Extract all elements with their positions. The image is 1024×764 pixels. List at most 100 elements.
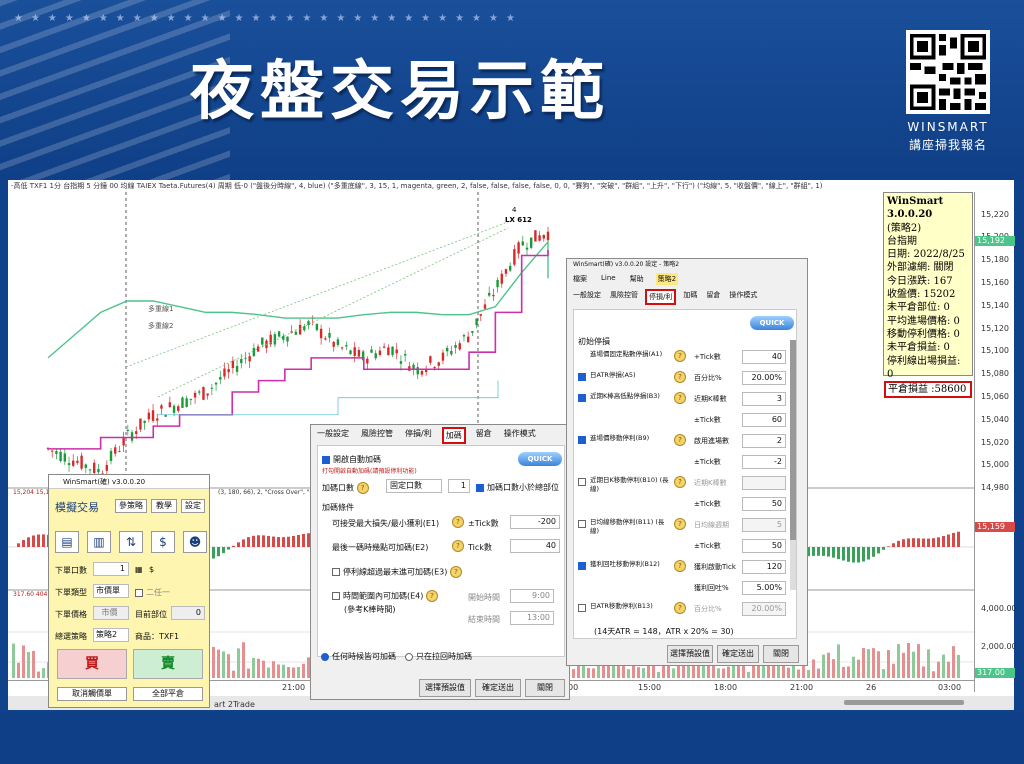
user-icon[interactable]: ☻ — [183, 531, 207, 553]
checkbox-icon[interactable] — [332, 592, 340, 600]
help-icon[interactable]: ? — [674, 434, 686, 446]
params-button[interactable]: 參策略 — [115, 499, 147, 513]
buy-button[interactable]: 買 — [57, 649, 127, 679]
stop-row-input[interactable]: 5 — [742, 518, 786, 532]
stop-row-input[interactable]: 50 — [742, 539, 786, 553]
teach-button[interactable]: 教學 — [151, 499, 177, 513]
stop-row-input[interactable]: 2 — [742, 434, 786, 448]
dollar-icon[interactable]: $ — [149, 565, 154, 574]
menu-help[interactable]: 幫助 — [628, 273, 646, 285]
close-button[interactable]: 關閉 — [525, 679, 565, 697]
arrows-icon[interactable]: ⇅ — [119, 531, 143, 553]
quick-start-button[interactable]: QUICK START — [750, 316, 794, 341]
enable-auto-add[interactable]: 開啟自動加碼 — [322, 454, 381, 465]
dialog-scrollbar[interactable] — [790, 340, 796, 590]
volume-bar — [922, 666, 925, 678]
help-icon[interactable]: ? — [452, 516, 464, 528]
help-icon[interactable]: ? — [356, 482, 369, 494]
price-input[interactable]: 市價 — [93, 606, 129, 620]
stop-row-input[interactable]: -2 — [742, 455, 786, 469]
stop-row-input[interactable] — [742, 476, 786, 490]
help-icon[interactable]: ? — [674, 350, 686, 362]
chart-icon[interactable]: ▤ — [55, 531, 79, 553]
tab-add-position[interactable]: 加碼 — [681, 289, 699, 305]
analytics-icon[interactable]: ▥ — [87, 531, 111, 553]
tab-mode[interactable]: 操作模式 — [727, 289, 759, 305]
checkbox-icon[interactable] — [578, 436, 586, 444]
add-mode-select[interactable]: 固定口數 — [386, 479, 442, 493]
tab-risk[interactable]: 風險控管 — [608, 289, 640, 305]
qr-code-icon[interactable] — [906, 30, 990, 114]
order-type-extra[interactable]: 二任一 — [135, 587, 170, 598]
tab-risk[interactable]: 風險控管 — [359, 427, 395, 444]
menu-file[interactable]: 檔案 — [571, 273, 589, 285]
stop-row-input[interactable]: 20.00% — [742, 371, 786, 385]
checkbox-icon[interactable] — [332, 568, 340, 576]
checkbox-icon[interactable] — [578, 478, 586, 486]
qty-input[interactable]: 1 — [93, 562, 129, 576]
checkbox-icon[interactable] — [135, 588, 143, 597]
tab-overnight[interactable]: 留倉 — [704, 289, 722, 305]
radio-icon[interactable] — [321, 652, 329, 661]
checkbox-icon[interactable] — [578, 520, 586, 528]
help-icon[interactable]: ? — [425, 590, 438, 602]
confirm-button[interactable]: 確定送出 — [475, 679, 521, 697]
tab-overnight[interactable]: 留倉 — [474, 427, 494, 444]
checkbox-icon[interactable] — [578, 562, 586, 570]
help-icon[interactable]: ? — [674, 371, 686, 383]
defaults-button[interactable]: 選擇預設值 — [419, 679, 471, 697]
cond1-input[interactable]: -200 — [510, 515, 560, 529]
stop-row-input[interactable]: 20.00% — [742, 602, 786, 616]
stop-row-input[interactable]: 120 — [742, 560, 786, 574]
help-icon[interactable]: ? — [674, 518, 686, 530]
help-icon[interactable]: ? — [674, 476, 686, 488]
start-time-input[interactable]: 9:00 — [510, 589, 554, 603]
menu-strategy[interactable]: 策略2 — [655, 273, 679, 285]
stop-row-input[interactable]: 50 — [742, 497, 786, 511]
calculator-icon[interactable]: ▦ — [135, 565, 143, 574]
flatten-all-button[interactable]: 全部平倉 — [133, 687, 203, 701]
quick-start-button[interactable]: QUICK START — [518, 452, 562, 477]
scrollbar-thumb[interactable] — [790, 340, 796, 540]
order-type-select[interactable]: 市價單 — [93, 584, 129, 598]
help-icon[interactable]: ? — [452, 540, 464, 552]
checkbox-icon[interactable] — [578, 394, 586, 402]
help-icon[interactable]: ? — [674, 602, 686, 614]
tab-stop[interactable]: 停損/利 — [645, 289, 677, 305]
stop-row-input[interactable]: 40 — [742, 350, 786, 364]
confirm-button[interactable]: 確定送出 — [717, 645, 759, 663]
settings-button[interactable]: 設定 — [181, 499, 205, 513]
cond2-input[interactable]: 40 — [510, 539, 560, 553]
sell-button[interactable]: 賣 — [133, 649, 203, 679]
add-qty-input[interactable]: 1 — [448, 479, 470, 493]
radio-pullback[interactable]: 只在拉回時加碼 — [405, 651, 472, 662]
money-icon[interactable]: $ — [151, 531, 175, 553]
radio-icon[interactable] — [405, 652, 413, 661]
cond3-option[interactable]: 停利線超過最末進可加碼(E3) ? — [332, 566, 462, 578]
stop-row-input[interactable]: 3 — [742, 392, 786, 406]
cancel-orders-button[interactable]: 取消觸價單 — [57, 687, 127, 701]
follow-option[interactable]: 加碼口數小於總部位 — [476, 482, 559, 493]
tab-mode[interactable]: 操作模式 — [502, 427, 538, 444]
close-button[interactable]: 關閉 — [763, 645, 799, 663]
menu-line[interactable]: Line — [599, 273, 618, 285]
radio-any-time[interactable]: 任何時候皆可加碼 — [321, 651, 396, 662]
help-icon[interactable]: ? — [449, 566, 462, 578]
scrollbar-thumb[interactable] — [844, 700, 964, 705]
help-icon[interactable]: ? — [674, 560, 686, 572]
checkbox-icon[interactable] — [578, 604, 586, 612]
tab-general[interactable]: 一般設定 — [571, 289, 603, 305]
checkbox-icon[interactable] — [578, 373, 586, 381]
checkbox-icon[interactable] — [322, 455, 330, 464]
tab-general[interactable]: 一般設定 — [315, 427, 351, 444]
end-time-input[interactable]: 13:00 — [510, 611, 554, 625]
tab-stop[interactable]: 停損/利 — [403, 427, 434, 444]
defaults-button[interactable]: 選擇預設值 — [667, 645, 713, 663]
checkbox-icon[interactable] — [476, 483, 484, 492]
stop-row-input[interactable]: 5.00% — [742, 581, 786, 595]
stop-row-input[interactable]: 60 — [742, 413, 786, 427]
tab-add-position[interactable]: 加碼 — [441, 427, 466, 444]
strategy-select[interactable]: 策略2 — [93, 628, 129, 642]
help-icon[interactable]: ? — [674, 392, 686, 404]
cond4-option[interactable]: 時間範圍內可加碼(E4) ? — [332, 590, 438, 602]
